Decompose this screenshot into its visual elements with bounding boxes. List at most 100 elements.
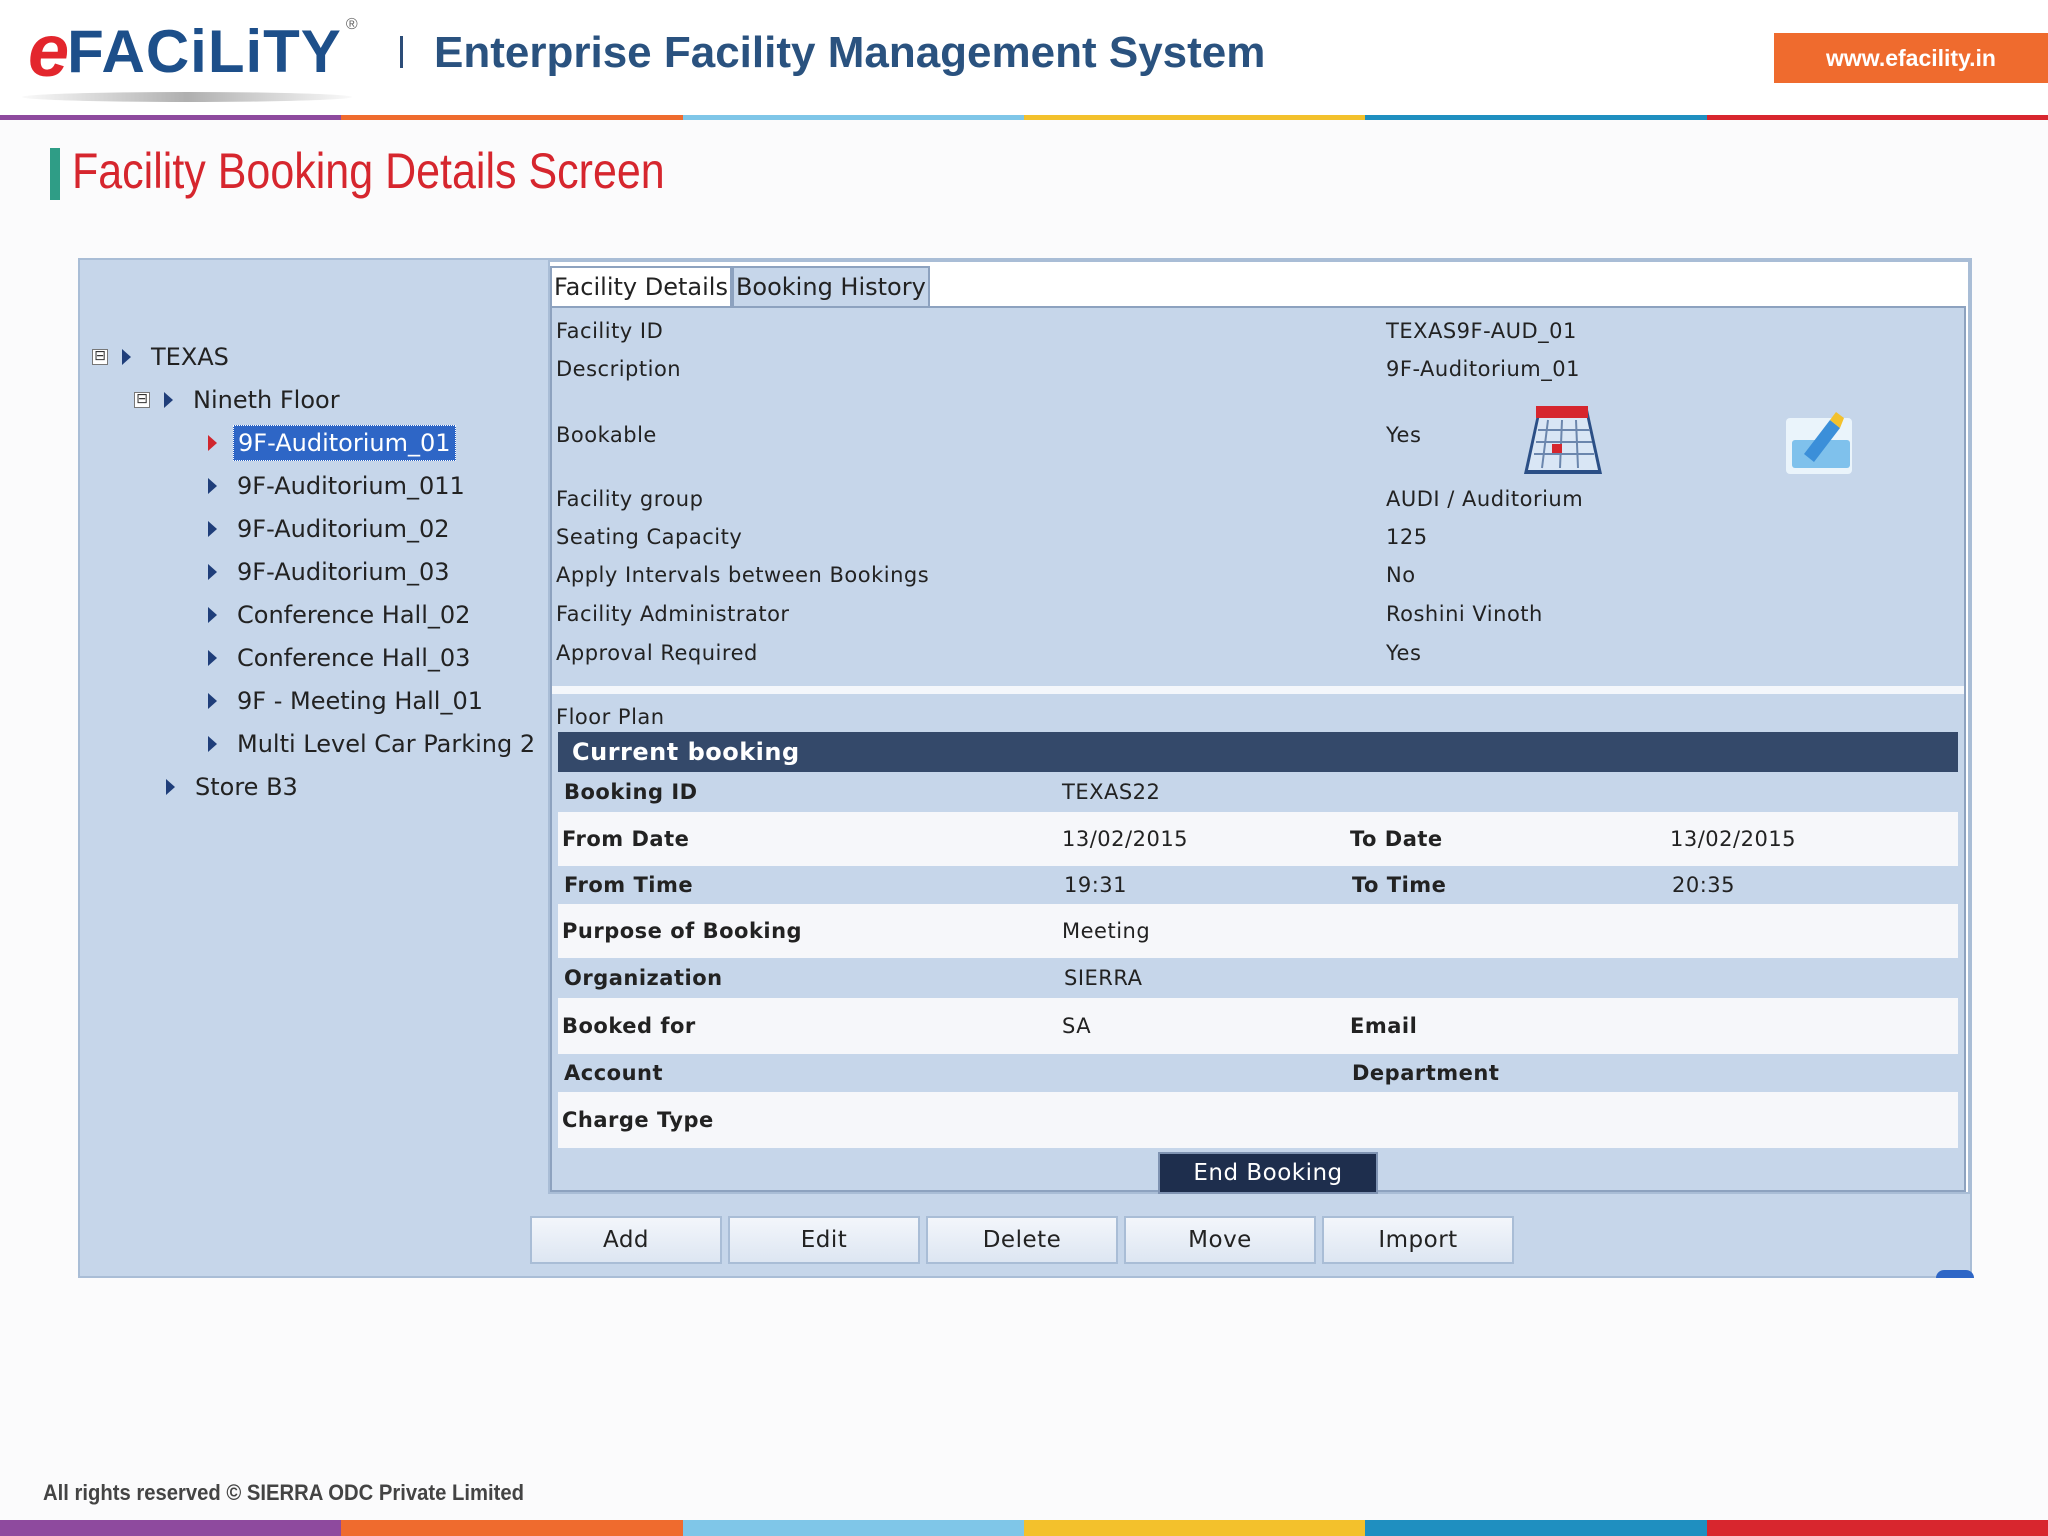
logo-swoosh [22,92,352,102]
detail-label: Seating Capacity [556,525,743,549]
detail-row-facility-id: Facility ID TEXAS9F-AUD_01 [556,312,1956,350]
tab-bar: Facility Details Booking History [550,266,930,306]
tree-item-label[interactable]: Multi Level Car Parking 2 [233,727,539,761]
from-date-label: From Date [562,827,690,851]
stripe-segment [0,115,342,120]
department-label: Department [1352,1061,1500,1085]
tree-node-label[interactable]: Nineth Floor [189,383,344,417]
detail-row-seating-capacity: Seating Capacity 125 [556,518,1956,556]
detail-label: Bookable [556,423,657,447]
tab-booking-history[interactable]: Booking History [731,266,930,306]
stripe-segment [682,1520,1024,1536]
move-button[interactable]: Move [1124,1216,1316,1264]
app-window: ⊟ TEXAS ⊟ Nineth Floor 9F-Auditorium_01 … [78,258,1972,1278]
expand-arrow-icon [208,736,217,752]
detail-value: No [1386,563,1416,587]
to-date-value: 13/02/2015 [1670,827,1797,851]
from-time-value: 19:31 [1064,873,1128,897]
booking-id-label: Booking ID [564,780,698,804]
current-booking-panel: Current booking Booking ID TEXAS22 From … [558,732,1958,1194]
tree-item-label[interactable]: Conference Hall_03 [233,641,474,675]
booked-for-label: Booked for [562,1014,696,1038]
stripe-segment [1023,1520,1366,1536]
detail-label: Facility ID [556,319,664,343]
detail-value: 125 [1386,525,1428,549]
purpose-label: Purpose of Booking [562,919,803,943]
organization-label: Organization [564,966,723,990]
tree-item-label[interactable]: 9F-Auditorium_02 [233,512,454,546]
tab-facility-details[interactable]: Facility Details [550,266,732,306]
detail-value: 9F-Auditorium_01 [1386,357,1580,381]
stripe-segment [1365,115,1707,120]
delete-button[interactable]: Delete [926,1216,1118,1264]
expand-arrow-icon [208,564,217,580]
stripe-segment [1706,1520,2048,1536]
purpose-value: Meeting [1062,919,1151,943]
expand-arrow-icon [208,607,217,623]
tree-item[interactable]: Conference Hall_03 [208,641,474,675]
expand-arrow-icon [208,650,217,666]
detail-value: AUDI / Auditorium [1386,487,1584,511]
booking-row-times: From Time 19:31 To Time 20:35 [558,866,1958,904]
top-color-stripe [0,115,2048,120]
booking-id-value: TEXAS22 [1062,780,1161,804]
stripe-segment [682,115,1024,120]
stripe-segment [1706,115,2048,120]
tree-node-label[interactable]: Store B3 [191,770,302,804]
detail-value: Yes [1386,423,1422,447]
calendar-icon[interactable] [1518,404,1606,476]
tree-item[interactable]: Multi Level Car Parking 2 [208,727,539,761]
end-booking-button[interactable]: End Booking [1158,1152,1378,1194]
collapse-toggle-icon[interactable]: ⊟ [92,349,108,365]
edit-button[interactable]: Edit [728,1216,920,1264]
booking-row-organization: Organization SIERRA [558,958,1958,998]
check-in-icon[interactable] [1784,410,1858,478]
email-label: Email [1350,1014,1418,1038]
expand-arrow-icon [208,693,217,709]
app-title: Enterprise Facility Management System [434,28,1266,77]
tree-node-store-b3[interactable]: Store B3 [166,770,302,804]
booking-row-purpose: Purpose of Booking Meeting [558,904,1958,958]
page-title: Facility Booking Details Screen [72,143,665,199]
section-divider [552,686,1964,694]
top-header: e FACiLiTY ® Enterprise Facility Managem… [0,0,2048,118]
from-date-value: 13/02/2015 [1062,827,1189,851]
to-date-label: To Date [1350,827,1443,851]
header-separator [400,36,403,68]
from-time-label: From Time [564,873,694,897]
detail-row-approval: Approval Required Yes [556,634,1956,672]
collapse-toggle-icon[interactable]: ⊟ [134,392,150,408]
import-button[interactable]: Import [1322,1216,1514,1264]
tree-item[interactable]: 9F-Auditorium_011 [208,469,469,503]
expand-arrow-icon [166,779,175,795]
copyright-notice: All rights reserved © SIERRA ODC Private… [43,1480,524,1505]
tree-item-label[interactable]: 9F-Auditorium_01 [233,425,456,461]
facility-details-content: Facility ID TEXAS9F-AUD_01 Description 9… [550,306,1966,1194]
website-link[interactable]: www.efacility.in [1774,33,2048,83]
tree-item-label[interactable]: 9F-Auditorium_03 [233,555,454,589]
tree-item-9f-auditorium-01[interactable]: 9F-Auditorium_01 [208,425,456,461]
tree-item[interactable]: 9F-Auditorium_03 [208,555,454,589]
logo-word: FACiLiTY [67,18,342,85]
tree-item-label[interactable]: 9F-Auditorium_011 [233,469,469,503]
selected-arrow-icon [208,435,217,451]
tree-item[interactable]: 9F - Meeting Hall_01 [208,684,487,718]
tree-item-label[interactable]: 9F - Meeting Hall_01 [233,684,487,718]
detail-row-description: Description 9F-Auditorium_01 [556,350,1956,388]
tree-node-texas[interactable]: ⊟ TEXAS [92,340,233,374]
stripe-segment [0,1520,342,1536]
booking-row-charge-type: Charge Type [558,1092,1958,1148]
logo-e: e [28,9,69,92]
booking-row-id: Booking ID TEXAS22 [558,772,1958,812]
booking-row-account: Account Department [558,1054,1958,1092]
current-booking-title: Current booking [558,732,1958,772]
tree-node-label[interactable]: TEXAS [147,340,233,374]
add-button[interactable]: Add [530,1216,722,1264]
booking-row-dates: From Date 13/02/2015 To Date 13/02/2015 [558,812,1958,866]
tree-node-floor[interactable]: ⊟ Nineth Floor [134,383,344,417]
tree-item[interactable]: Conference Hall_02 [208,598,474,632]
tree-item[interactable]: 9F-Auditorium_02 [208,512,454,546]
detail-row-bookable: Bookable Yes [556,416,1956,454]
to-time-value: 20:35 [1672,873,1736,897]
tree-item-label[interactable]: Conference Hall_02 [233,598,474,632]
